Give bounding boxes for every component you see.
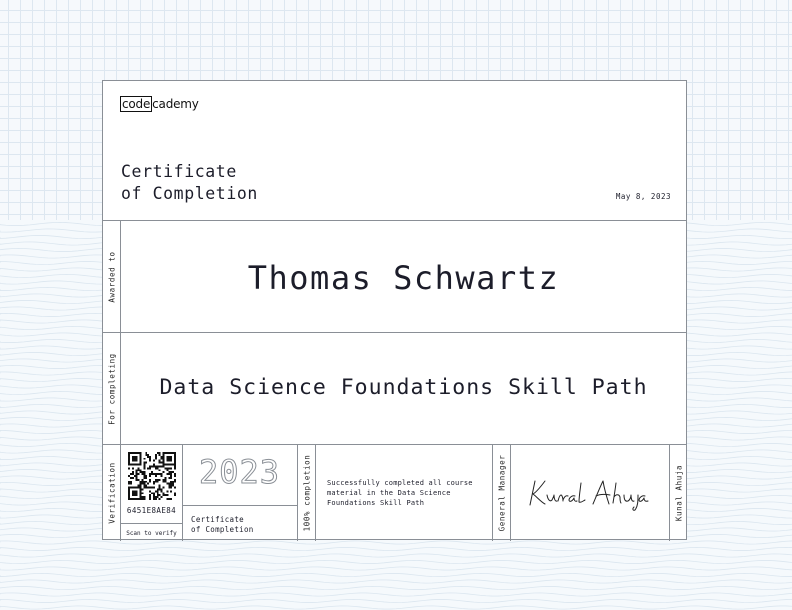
signature-cell: [511, 445, 670, 541]
qr-cell: 6451E8AE84 Scan to verify: [121, 445, 183, 541]
completion-percent-label: 100% completion: [302, 454, 311, 532]
logo-box-text: code: [120, 96, 153, 112]
verification-label-column: Verification: [103, 445, 121, 541]
verification-code: 6451E8AE84: [126, 506, 177, 515]
codecademy-logo: code cademy: [120, 96, 199, 112]
course-name: Data Science Foundations Skill Path: [159, 375, 648, 400]
certificate-header: code cademy Certificate of Completion May…: [103, 81, 686, 221]
awarded-row: Awarded to Thomas Schwartz: [103, 221, 686, 333]
completion-date: May 8, 2023: [615, 192, 671, 201]
certificate-footer: Verification 6451E8AE84 Scan to verify 2…: [103, 445, 686, 541]
verification-qr-code[interactable]: [128, 452, 176, 500]
title-line-1: Certificate: [121, 162, 237, 181]
role-label-column: General Manager: [493, 445, 511, 541]
certificate-card: code cademy Certificate of Completion May…: [102, 80, 687, 541]
completing-label-column: For completing: [103, 333, 121, 444]
completion-label-column: 100% completion: [298, 445, 316, 541]
signatory-name: Kunal Ahuja: [674, 464, 684, 522]
recipient-name: Thomas Schwartz: [247, 259, 560, 297]
verification-label: Verification: [107, 462, 116, 524]
course-row: For completing Data Science Foundations …: [103, 333, 686, 445]
signature-image: [529, 480, 649, 511]
signatory-name-column: Kunal Ahuja: [670, 445, 688, 541]
awarded-to-label: Awarded to: [107, 250, 116, 303]
scan-to-verify-label: Scan to verify: [121, 523, 182, 541]
description-cell: Successfully completed all course materi…: [316, 445, 493, 541]
awarded-label-column: Awarded to: [103, 221, 121, 332]
year-cell: 2023 Certificate of Completion: [183, 445, 298, 541]
general-manager-label: General Manager: [497, 454, 506, 532]
title-line-2: of Completion: [121, 184, 258, 203]
year-subtitle-line-2: of Completion: [191, 525, 254, 534]
completion-description: Successfully completed all course materi…: [327, 479, 473, 508]
year-subtitle-line-1: Certificate: [191, 515, 244, 524]
for-completing-label: For completing: [107, 352, 116, 425]
certificate-title: Certificate of Completion: [121, 161, 258, 205]
logo-rest-text: cademy: [152, 97, 199, 111]
certificate-year: 2023: [198, 453, 281, 492]
year-subtitle: Certificate of Completion: [183, 505, 297, 541]
